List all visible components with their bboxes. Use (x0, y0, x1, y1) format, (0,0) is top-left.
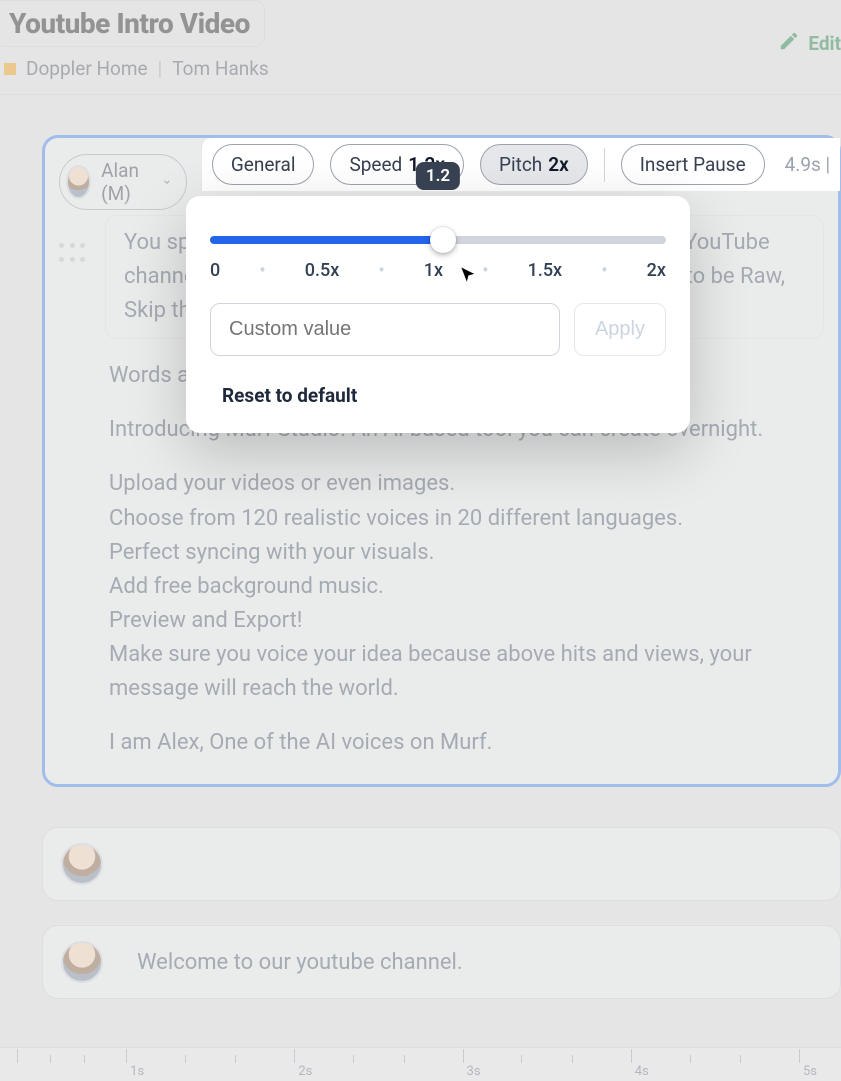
toolbar: General Speed 1.2x Pitch 2x Insert Pause… (201, 138, 840, 191)
edit-label: Edit (808, 32, 841, 55)
breadcrumb-item[interactable]: Tom Hanks (172, 57, 268, 80)
pitch-pill[interactable]: Pitch 2x (480, 144, 588, 185)
toolbar-divider (604, 148, 605, 182)
slider-tooltip: 1.2 (416, 162, 460, 190)
insert-pause-pill[interactable]: Insert Pause (621, 144, 765, 185)
avatar (66, 165, 91, 199)
tick-label: 3s (467, 1064, 481, 1079)
script-line: Add free background music. (109, 570, 820, 604)
speed-popover: 1.2 0 • 0.5x • 1x • 1.5x • 2x Apply Rese… (186, 196, 690, 433)
reset-to-default-link[interactable]: Reset to default (210, 384, 666, 407)
script-line: Preview and Export! (109, 604, 820, 638)
breadcrumb-icon (4, 63, 16, 75)
script-line: Choose from 120 realistic voices in 20 d… (109, 502, 820, 536)
script-line: Perfect syncing with your visuals. (109, 536, 820, 570)
timeline-ruler[interactable]: 1s 2s 3s 4s 5s (0, 1047, 841, 1081)
avatar (61, 843, 103, 885)
tick-label: 2s (298, 1064, 312, 1079)
script-text: Welcome to our youtube channel. (137, 950, 463, 975)
cursor-icon (456, 264, 480, 292)
page-title: Youtube Intro Video (9, 7, 250, 40)
slider-thumb[interactable] (430, 227, 456, 253)
speed-slider[interactable] (210, 236, 666, 244)
tick-label: 5s (803, 1064, 817, 1079)
voice-name: Alan (M) (101, 159, 152, 205)
drag-handle-icon[interactable] (59, 243, 87, 267)
edit-button[interactable]: Edit (778, 30, 841, 57)
apply-button[interactable]: Apply (574, 303, 666, 356)
breadcrumb: Doppler Home | Tom Hanks (0, 57, 841, 80)
general-pill[interactable]: General (212, 144, 315, 185)
breadcrumb-home[interactable]: Doppler Home (26, 57, 148, 80)
slider-ticks: 0 • 0.5x • 1x • 1.5x • 2x (210, 260, 666, 281)
custom-value-input[interactable] (210, 303, 560, 356)
breadcrumb-separator: | (158, 57, 163, 80)
tick-label: 4s (635, 1064, 649, 1079)
tick-label: 1s (130, 1064, 144, 1079)
duration-display: 4.9s | (781, 153, 831, 176)
script-block[interactable] (42, 827, 841, 901)
pencil-icon (778, 30, 800, 57)
avatar (61, 941, 103, 983)
script-line: Make sure you voice your idea because ab… (109, 638, 820, 706)
script-line: I am Alex, One of the AI voices on Murf. (109, 726, 820, 760)
voice-selector[interactable]: Alan (M) (59, 154, 187, 210)
script-block[interactable]: Welcome to our youtube channel. (42, 925, 841, 999)
chevron-down-icon (162, 175, 172, 189)
script-line: Upload your videos or even images. (109, 467, 820, 501)
